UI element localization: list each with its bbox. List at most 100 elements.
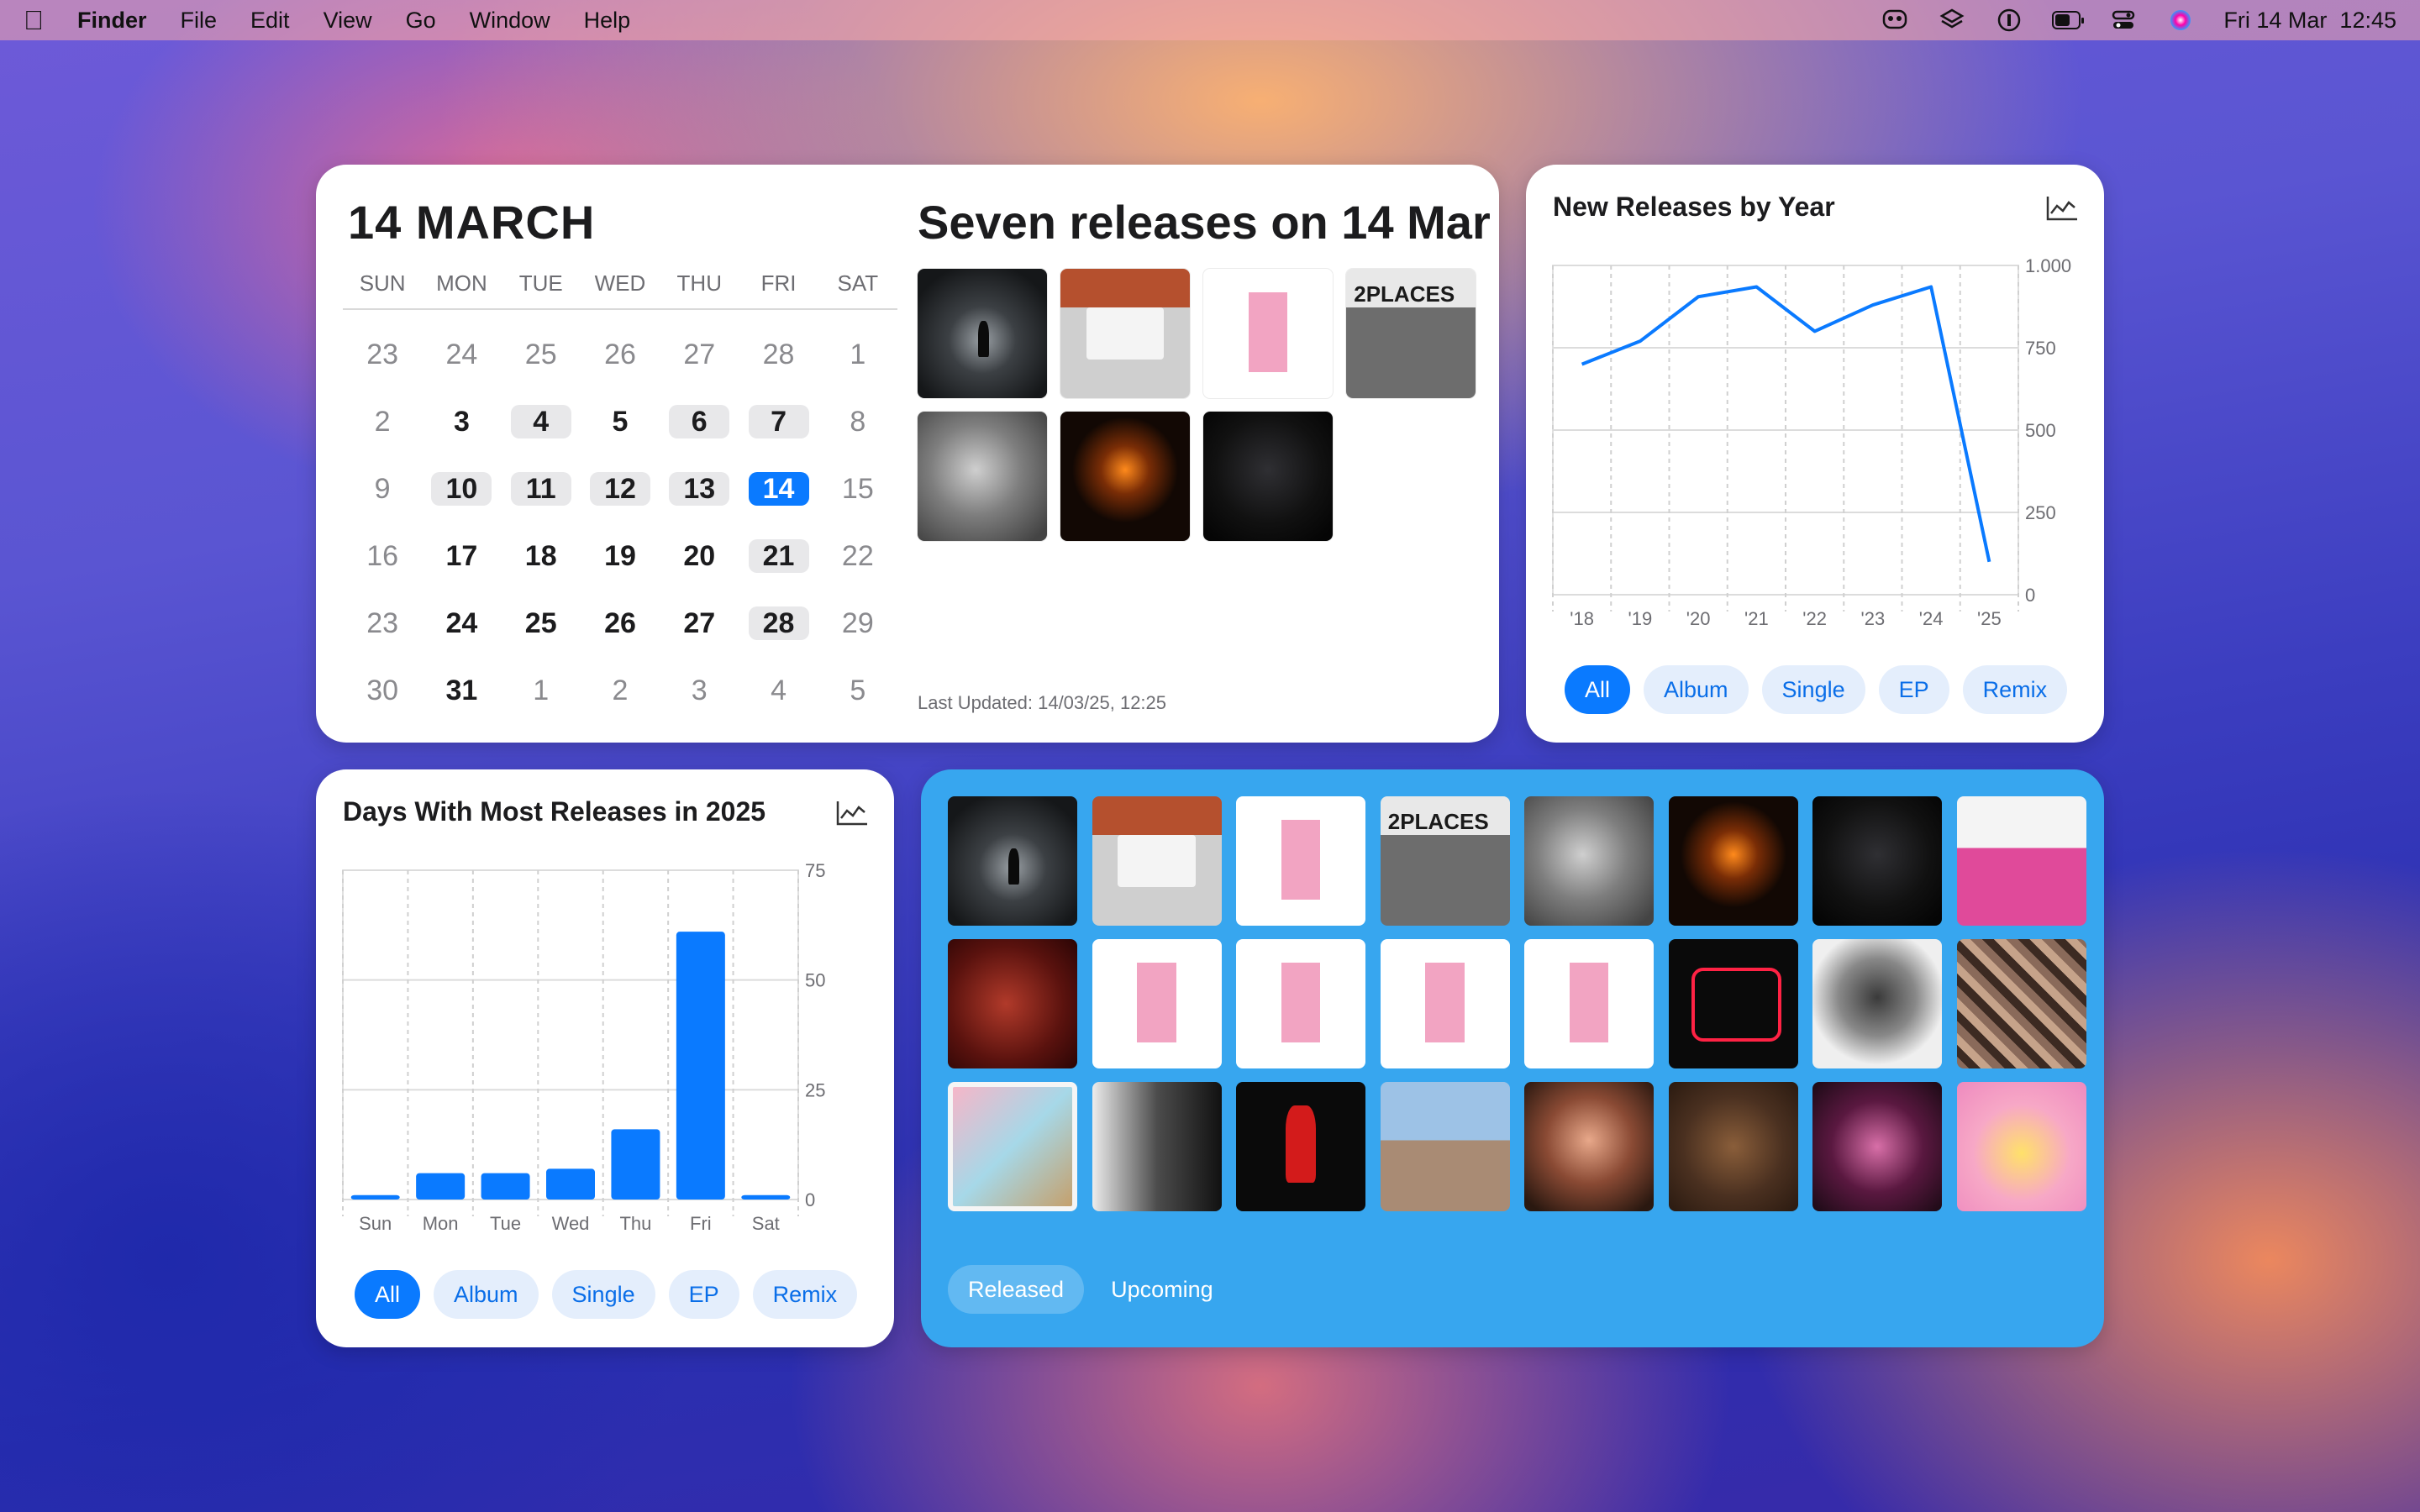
onepassword-icon[interactable] <box>1995 8 2023 33</box>
calendar-day[interactable]: 25 <box>502 606 581 640</box>
release-album-cover[interactable] <box>1380 796 1510 926</box>
calendar-day[interactable]: 26 <box>581 338 660 371</box>
menu-file[interactable]: File <box>181 8 218 34</box>
menu-view[interactable]: View <box>324 8 372 34</box>
calendar-day[interactable]: 10 <box>422 472 501 506</box>
calendar-day[interactable]: 26 <box>581 606 660 640</box>
menu-go[interactable]: Go <box>406 8 436 34</box>
release-album-cover[interactable] <box>1236 796 1365 926</box>
release-album-cover[interactable] <box>948 1082 1077 1211</box>
layers-icon[interactable] <box>1938 8 1966 33</box>
calendar-day[interactable]: 5 <box>818 674 897 707</box>
release-album-cover[interactable] <box>1236 1082 1365 1211</box>
release-grid-widget[interactable]: ReleasedUpcoming <box>921 769 2104 1347</box>
calendar-day[interactable]: 25 <box>502 338 581 371</box>
calendar-day[interactable]: 16 <box>343 539 422 573</box>
yearly-filter-all[interactable]: All <box>1565 665 1631 714</box>
today-album-cover[interactable] <box>1060 412 1190 541</box>
calendar-day[interactable]: 23 <box>343 338 422 371</box>
calendar-day[interactable]: 5 <box>581 405 660 438</box>
battery-icon[interactable] <box>2052 8 2085 33</box>
weekday-filter-single[interactable]: Single <box>551 1270 655 1319</box>
calendar-day[interactable]: 1 <box>818 338 897 371</box>
release-album-cover[interactable] <box>1380 1082 1510 1211</box>
today-album-cover[interactable] <box>1203 269 1333 398</box>
release-album-cover[interactable] <box>1092 796 1222 926</box>
calendar-day[interactable]: 9 <box>343 472 422 506</box>
calendar-releases-widget[interactable]: 14 MARCH SUN MON TUE WED THU FRI SAT 23 2… <box>316 165 1499 743</box>
calendar-day-today[interactable]: 14 <box>739 472 818 506</box>
calendar-day[interactable]: 1 <box>502 674 581 707</box>
weekday-filter-remix[interactable]: Remix <box>752 1270 858 1319</box>
calendar-day[interactable]: 28 <box>739 606 818 640</box>
calendar-day[interactable]: 3 <box>422 405 501 438</box>
yearly-filter-album[interactable]: Album <box>1644 665 1749 714</box>
calendar-day[interactable]: 8 <box>818 405 897 438</box>
release-album-cover[interactable] <box>1956 796 2086 926</box>
release-album-cover[interactable] <box>1524 1082 1654 1211</box>
today-album-cover[interactable] <box>1203 412 1333 541</box>
release-album-cover[interactable] <box>1524 796 1654 926</box>
calendar-day[interactable]: 21 <box>739 539 818 573</box>
calendar-day[interactable]: 28 <box>739 338 818 371</box>
calendar-day[interactable]: 24 <box>422 338 501 371</box>
controlcenter-mask-icon[interactable] <box>1881 8 1909 33</box>
calendar-day[interactable]: 4 <box>502 405 581 438</box>
menu-app-name[interactable]: Finder <box>77 8 147 34</box>
calendar-day[interactable]: 29 <box>818 606 897 640</box>
release-album-cover[interactable] <box>1668 796 1798 926</box>
release-album-cover[interactable] <box>1092 939 1222 1068</box>
calendar-day[interactable]: 31 <box>422 674 501 707</box>
calendar-day[interactable]: 6 <box>660 405 739 438</box>
releases-by-year-widget[interactable]: New Releases by Year 0 250 500 750 1.000'18 '… <box>1526 165 2104 743</box>
release-album-cover[interactable] <box>948 796 1077 926</box>
release-album-cover[interactable] <box>1380 939 1510 1068</box>
release-album-cover[interactable] <box>1956 939 2086 1068</box>
today-album-cover[interactable] <box>1060 269 1190 398</box>
calendar-day[interactable]: 20 <box>660 539 739 573</box>
release-album-cover[interactable] <box>1812 939 1942 1068</box>
siri-icon[interactable] <box>2166 8 2195 33</box>
release-album-cover[interactable] <box>1092 1082 1222 1211</box>
calendar-day[interactable]: 27 <box>660 606 739 640</box>
release-album-cover[interactable] <box>1812 796 1942 926</box>
weekday-filter-album[interactable]: Album <box>434 1270 539 1319</box>
weekday-filter-all[interactable]: All <box>355 1270 421 1319</box>
tab-upcoming[interactable]: Upcoming <box>1091 1265 1234 1314</box>
calendar-day[interactable]: 13 <box>660 472 739 506</box>
calendar-day[interactable]: 15 <box>818 472 897 506</box>
yearly-filter-ep[interactable]: EP <box>1878 665 1949 714</box>
calendar-day[interactable]: 23 <box>343 606 422 640</box>
today-album-cover[interactable] <box>918 412 1047 541</box>
release-album-cover[interactable] <box>948 939 1077 1068</box>
menu-window[interactable]: Window <box>470 8 550 34</box>
tab-released[interactable]: Released <box>948 1265 1085 1314</box>
weekday-filter-ep[interactable]: EP <box>668 1270 739 1319</box>
calendar-day[interactable]: 4 <box>739 674 818 707</box>
calendar-day[interactable]: 18 <box>502 539 581 573</box>
calendar-day[interactable]: 22 <box>818 539 897 573</box>
release-album-cover[interactable] <box>1668 939 1798 1068</box>
calendar-day[interactable]: 2 <box>581 674 660 707</box>
calendar-day[interactable]: 27 <box>660 338 739 371</box>
release-album-cover[interactable] <box>1956 1082 2086 1211</box>
release-album-cover[interactable] <box>1668 1082 1798 1211</box>
release-album-cover[interactable] <box>1524 939 1654 1068</box>
calendar-day[interactable]: 17 <box>422 539 501 573</box>
calendar-day[interactable]: 3 <box>660 674 739 707</box>
yearly-filter-remix[interactable]: Remix <box>1962 665 2068 714</box>
calendar-day[interactable]: 12 <box>581 472 660 506</box>
today-album-cover[interactable] <box>918 269 1047 398</box>
days-most-releases-widget[interactable]: Days With Most Releases in 2025 0 25 50 75 S… <box>316 769 894 1347</box>
calendar-day[interactable]: 11 <box>502 472 581 506</box>
calendar-day[interactable]: 30 <box>343 674 422 707</box>
menu-help[interactable]: Help <box>584 8 631 34</box>
release-album-cover[interactable] <box>1812 1082 1942 1211</box>
calendar-day[interactable]: 24 <box>422 606 501 640</box>
menu-edit[interactable]: Edit <box>250 8 290 34</box>
yearly-filter-single[interactable]: Single <box>1761 665 1865 714</box>
apple-menu-icon[interactable]:  <box>24 5 60 36</box>
control-center-icon[interactable] <box>2109 8 2138 33</box>
calendar-day[interactable]: 7 <box>739 405 818 438</box>
release-album-cover[interactable] <box>1236 939 1365 1068</box>
